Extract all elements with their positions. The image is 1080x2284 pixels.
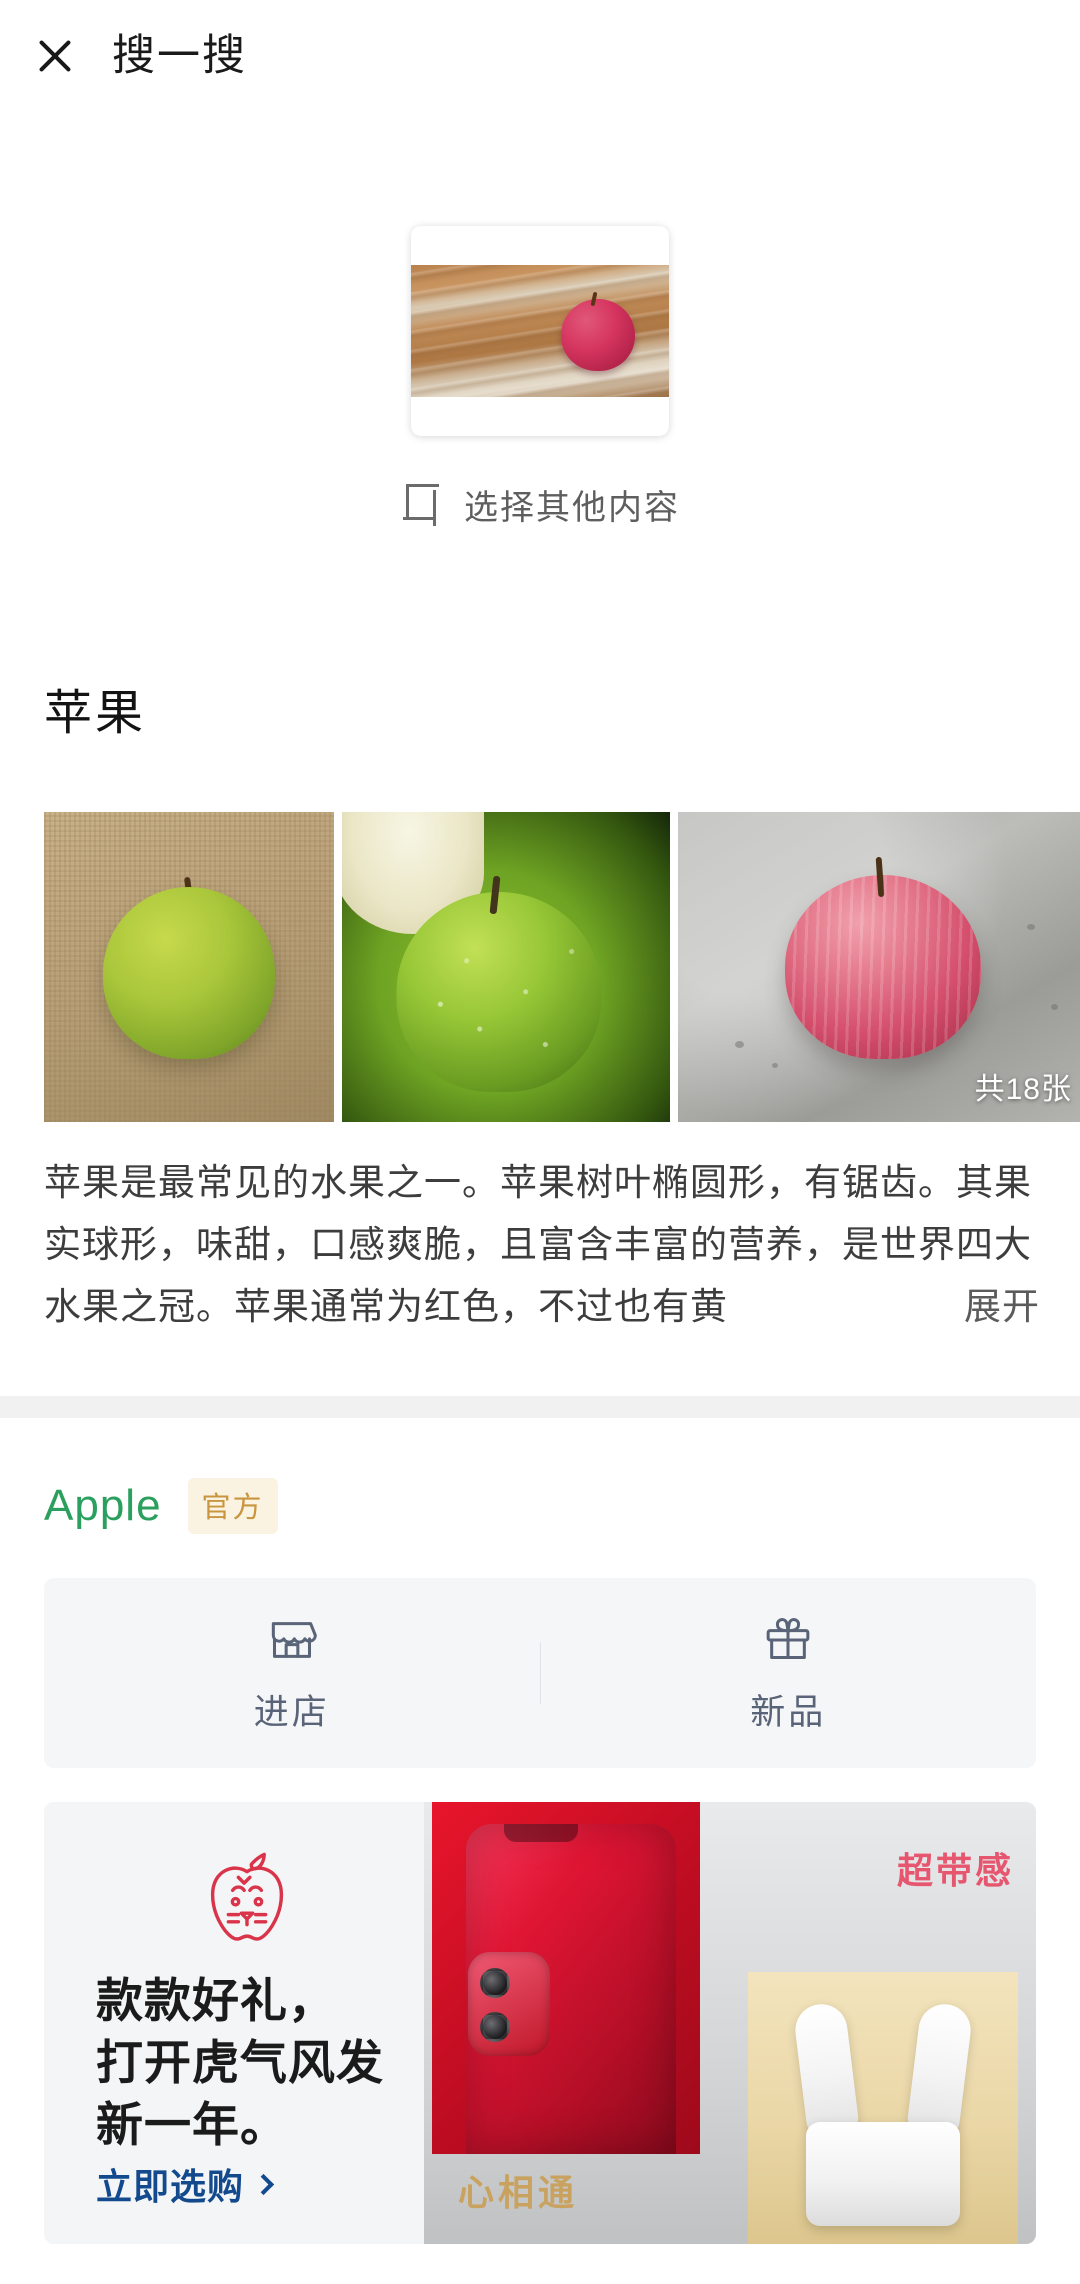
entity-image-gallery: 共18张 [44,812,1080,1122]
app-header: 搜一搜 [0,0,1080,112]
brand-action-card: 进店 新品 [44,1578,1036,1768]
storefront-icon [271,1621,317,1658]
promo-tag-bottom: 心相通 [458,2172,579,2213]
capture-area: 选择其他内容 [0,150,1080,570]
promo-right-panel: 超带感 心相通 [424,1802,1036,2244]
captured-photo [411,265,669,397]
official-badge: 官方 [187,1478,278,1534]
promo-cta-button[interactable]: 立即选购 [96,2158,275,2210]
promo-banner[interactable]: 款款好礼， 打开虎气风发 新一年。 立即选购 超带感 心相通 [44,1802,1036,2244]
enter-store-label: 进店 [253,1692,330,1732]
promo-headline-line1: 款款好礼， [96,1974,336,2027]
brand-name[interactable]: Apple [44,1481,162,1531]
tiger-apple-logo-icon [210,1852,284,1941]
gallery-count-badge: 共18张 [974,1073,1072,1106]
iphone-product-image [432,1802,700,2154]
photo-apple-shape [561,299,635,371]
section-divider [0,1396,1080,1418]
select-other-content-button[interactable]: 选择其他内容 [0,480,1080,529]
new-products-label: 新品 [750,1692,827,1732]
gallery-image-1[interactable] [44,812,334,1122]
brand-header: Apple 官方 [44,1478,278,1534]
bottom-fade [0,2244,1080,2284]
promo-cta-label: 立即选购 [96,2166,245,2207]
enter-store-button[interactable]: 进店 [44,1578,540,1768]
new-products-button[interactable]: 新品 [541,1578,1037,1768]
gift-icon [766,1617,810,1659]
promo-headline: 款款好礼， 打开虎气风发 新一年。 [96,1970,384,2156]
gallery-image-3[interactable]: 共18张 [678,812,1080,1122]
promo-headline-line3: 新一年。 [96,2098,288,2151]
entity-description-text: 苹果是最常见的水果之一。苹果树叶椭圆形，有锯齿。其果实球形，味甜，口感爽脆，且富… [44,1162,1032,1327]
captured-image-thumbnail[interactable] [411,226,669,436]
select-other-content-label: 选择其他内容 [464,489,680,527]
promo-headline-line2: 打开虎气风发 [96,2036,384,2089]
airpods-product-image [748,1972,1018,2244]
promo-left-panel: 款款好礼， 打开虎气风发 新一年。 立即选购 [44,1802,424,2244]
chevron-right-icon [252,2173,275,2195]
close-icon[interactable] [32,33,78,79]
page-title: 搜一搜 [112,31,247,80]
entity-description: 苹果是最常见的水果之一。苹果树叶椭圆形，有锯齿。其果实球形，味甜，口感爽脆，且富… [44,1152,1040,1338]
gallery-image-2[interactable] [342,812,670,1122]
entity-title: 苹果 [44,687,147,740]
green-apples-cluster-photo [342,812,670,1122]
promo-tag-top: 超带感 [896,1850,1014,1891]
search-result-screen: 搜一搜 选择其他内容 苹果 共18张 苹果是最常见的水果之一。苹果树叶椭圆形，有… [0,0,1080,2284]
expand-description-button[interactable]: 展开 [956,1276,1040,1338]
green-apple-on-burlap-photo [44,812,334,1122]
crop-frame-icon [400,483,442,526]
